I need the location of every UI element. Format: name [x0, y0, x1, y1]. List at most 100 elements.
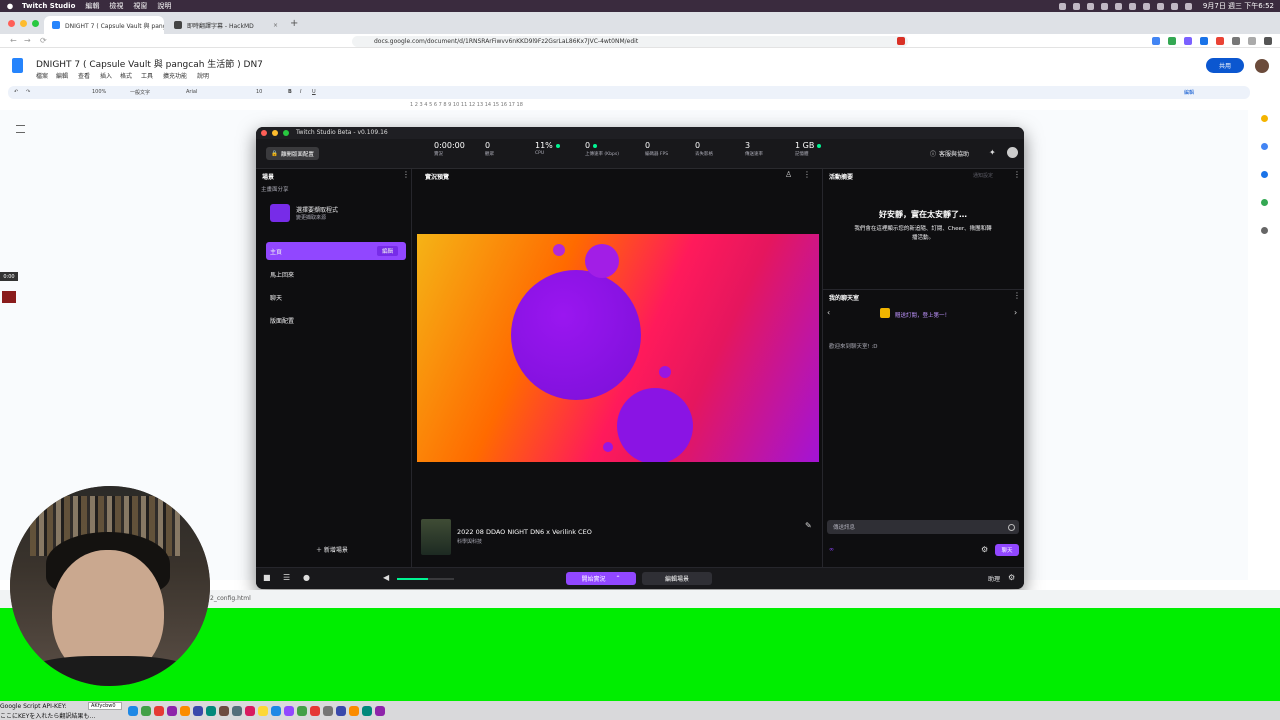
underline-icon[interactable]: U	[312, 89, 316, 95]
app-icon[interactable]	[336, 706, 346, 716]
undo-icon[interactable]: ↶	[14, 89, 18, 95]
sparkle-icon[interactable]: ✦	[989, 148, 996, 157]
browser-tab-hackmd[interactable]: 即時翻譯字幕 - HackMD ×	[166, 16, 286, 34]
app-icon[interactable]	[362, 706, 372, 716]
app-icon[interactable]	[323, 706, 333, 716]
close-tab-icon[interactable]: ×	[267, 22, 278, 29]
tray-icon[interactable]	[1128, 2, 1136, 10]
stream-preview[interactable]	[417, 234, 819, 462]
font-size-input[interactable]: 10	[256, 89, 262, 95]
docs-menu-insert[interactable]: 插入	[100, 71, 112, 80]
tasks-icon[interactable]	[1261, 143, 1268, 150]
minimize-window-icon[interactable]	[20, 20, 27, 27]
italic-icon[interactable]: I	[300, 89, 301, 95]
keep-icon[interactable]	[1261, 115, 1268, 122]
extension-icon[interactable]	[1216, 37, 1224, 45]
app-icon[interactable]	[154, 706, 164, 716]
share-button[interactable]: 共用	[1206, 58, 1244, 73]
scene-item-main[interactable]: 主頁 編輯	[266, 242, 406, 260]
chat-input[interactable]: 傳送訊息	[827, 520, 1019, 534]
docs-menu-tools[interactable]: 工具	[141, 71, 153, 80]
edit-scene-button[interactable]: 編輯	[376, 246, 398, 256]
document-title[interactable]: DNIGHT 7 ( Capsule Vault 與 pangcah 生活節 )…	[36, 57, 263, 70]
chat-settings-icon[interactable]: ⚙	[981, 545, 988, 554]
scene-item-brb[interactable]: 馬上回來	[266, 265, 406, 283]
exit-layout-button[interactable]: 🔒 離開版面配置	[266, 147, 319, 160]
app-icon[interactable]	[310, 706, 320, 716]
microphone-icon[interactable]: ●	[303, 573, 310, 582]
volume-slider[interactable]	[397, 578, 454, 580]
user-avatar[interactable]	[1007, 147, 1018, 158]
more-options-icon[interactable]: ⋮	[402, 170, 410, 179]
tray-icon[interactable]	[1100, 2, 1108, 10]
extension-icon[interactable]	[897, 37, 905, 45]
tray-icon[interactable]	[1058, 2, 1066, 10]
add-on-icon[interactable]	[1261, 227, 1268, 234]
browser-tab-docs[interactable]: DNIGHT 7 ( Capsule Vault 與 pangcah 生活節 )…	[44, 16, 164, 34]
download-filename[interactable]: 2_config.html	[210, 595, 251, 602]
scene-item-chat[interactable]: 聊天	[266, 288, 406, 306]
control-center-icon[interactable]	[1184, 2, 1192, 10]
close-window-icon[interactable]	[8, 20, 15, 27]
more-options-icon[interactable]: ⋮	[1013, 291, 1021, 300]
search-icon[interactable]	[1170, 2, 1178, 10]
tray-icon[interactable]	[1086, 2, 1094, 10]
chevron-right-icon[interactable]: ›	[1014, 308, 1017, 317]
app-icon[interactable]	[245, 706, 255, 716]
menu-help[interactable]: 說明	[157, 1, 171, 11]
apple-icon[interactable]	[6, 2, 14, 10]
viewer-icon[interactable]: ♙	[785, 170, 792, 179]
docs-menu-edit[interactable]: 編輯	[56, 71, 68, 80]
record-button[interactable]	[2, 291, 16, 303]
more-options-icon[interactable]: ⋮	[1013, 170, 1021, 179]
docs-logo-icon[interactable]	[12, 58, 23, 73]
back-button[interactable]: ←	[10, 36, 17, 45]
edit-scenes-button[interactable]: 編輯場景	[642, 572, 712, 585]
extension-icon[interactable]	[1248, 37, 1256, 45]
account-avatar[interactable]	[1255, 59, 1269, 73]
extension-icon[interactable]	[1168, 37, 1176, 45]
mixer-icon[interactable]: ☰	[283, 573, 290, 582]
app-icon[interactable]	[193, 706, 203, 716]
assistant-button[interactable]: 助理	[988, 574, 1000, 583]
reload-button[interactable]: ⟳	[40, 36, 47, 45]
app-icon[interactable]	[375, 706, 385, 716]
extension-icon[interactable]	[1200, 37, 1208, 45]
menu-edit[interactable]: 編輯	[85, 1, 99, 11]
new-tab-button[interactable]: +	[290, 18, 298, 29]
app-icon[interactable]	[258, 706, 268, 716]
notification-settings-link[interactable]: 通知設定	[973, 172, 993, 179]
extension-icon[interactable]	[1152, 37, 1160, 45]
contacts-icon[interactable]	[1261, 171, 1268, 178]
app-icon[interactable]	[167, 706, 177, 716]
bold-icon[interactable]: B	[288, 89, 292, 95]
zoom-select[interactable]: 100%	[92, 89, 106, 95]
app-icon[interactable]	[206, 706, 216, 716]
url-bar[interactable]: docs.google.com/document/d/1RNSRArFiwvv6…	[352, 36, 908, 47]
chevron-left-icon[interactable]: ‹	[827, 308, 830, 317]
docs-menu-file[interactable]: 檔案	[36, 71, 48, 80]
app-icon[interactable]	[297, 706, 307, 716]
more-options-icon[interactable]: ⋮	[803, 170, 811, 179]
edit-pencil-icon[interactable]: ✎	[805, 521, 812, 530]
help-button[interactable]: ⓘ 客服與協助	[930, 149, 969, 158]
zoom-window-icon[interactable]	[282, 130, 289, 136]
outline-icon[interactable]	[16, 125, 25, 133]
api-key-field[interactable]: AKfycbw0	[88, 702, 122, 710]
chat-send-button[interactable]: 聊天	[995, 544, 1019, 556]
finder-icon[interactable]	[128, 706, 138, 716]
style-select[interactable]: 一般文字	[130, 89, 150, 96]
minimize-window-icon[interactable]	[271, 130, 278, 136]
wifi-icon[interactable]	[1156, 2, 1164, 10]
tray-icon[interactable]	[1114, 2, 1122, 10]
app-icon[interactable]	[141, 706, 151, 716]
menu-app-name[interactable]: Twitch Studio	[22, 2, 75, 10]
app-icon[interactable]	[180, 706, 190, 716]
emote-picker-icon[interactable]	[1008, 523, 1015, 531]
maps-icon[interactable]	[1261, 199, 1268, 206]
speaker-icon[interactable]: ◀	[383, 573, 389, 582]
chevron-up-icon[interactable]: ⌃	[615, 575, 620, 582]
share-app-source[interactable]: 選擇要擷取程式 變更擷取來源	[270, 202, 400, 224]
close-window-icon[interactable]	[261, 130, 267, 136]
redo-icon[interactable]: ↷	[26, 89, 30, 95]
